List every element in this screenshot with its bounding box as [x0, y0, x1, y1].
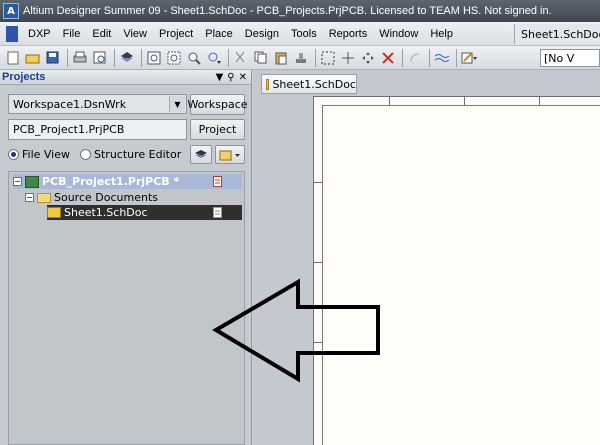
- menu-reports[interactable]: Reports: [323, 28, 374, 40]
- projects-panel: Projects ▼ ⚲ ✕ Workspace1.DsnWrk ▼ Works…: [0, 70, 252, 445]
- save-icon[interactable]: [44, 49, 61, 66]
- zone-marker: [314, 182, 322, 183]
- panel-title: Projects: [2, 71, 46, 83]
- menu-view[interactable]: View: [117, 28, 153, 40]
- folder-icon: [37, 192, 51, 203]
- move-selection-icon[interactable]: [359, 49, 376, 66]
- zoom-selected-icon[interactable]: [185, 49, 202, 66]
- toolbar-separator: [456, 48, 457, 67]
- schematic-sheet[interactable]: [313, 96, 600, 445]
- cut-icon[interactable]: [232, 49, 249, 66]
- zone-marker: [314, 262, 322, 263]
- tree-row-source-documents[interactable]: − Source Documents: [25, 190, 158, 205]
- tree-row-project[interactable]: − PCB_Project1.PrjPCB *: [13, 174, 242, 189]
- copy-icon[interactable]: [252, 49, 269, 66]
- rubber-stamp-icon[interactable]: [292, 49, 309, 66]
- schematic-doc-icon: [47, 207, 61, 218]
- toolbar-separator: [315, 48, 316, 67]
- compile-icon[interactable]: [190, 145, 212, 164]
- source-documents-label: Source Documents: [54, 191, 158, 204]
- title-bar: A Altium Designer Summer 09 - Sheet1.Sch…: [0, 0, 600, 22]
- workspace-button[interactable]: Workspace: [187, 94, 248, 115]
- browse-component-icon[interactable]: [118, 49, 135, 66]
- panel-header: Projects ▼ ⚲ ✕: [0, 70, 251, 85]
- paste-icon[interactable]: [272, 49, 289, 66]
- open-folder-icon[interactable]: [24, 49, 41, 66]
- file-view-radio[interactable]: [8, 149, 19, 160]
- sheet-name: Sheet1.SchDoc: [64, 206, 148, 219]
- document-icon: [213, 207, 222, 218]
- collapse-icon[interactable]: −: [13, 177, 22, 186]
- print-icon[interactable]: [71, 49, 88, 66]
- altium-logo-icon: A: [3, 3, 19, 19]
- menu-design[interactable]: Design: [239, 28, 285, 40]
- pcb-project-icon: [25, 175, 39, 188]
- toolbar-separator: [429, 48, 430, 67]
- edit-dropdown-icon[interactable]: [460, 49, 477, 66]
- project-name: PCB_Project1.PrjPCB *: [42, 175, 180, 188]
- menu-edit[interactable]: Edit: [86, 28, 117, 40]
- move-icon[interactable]: [339, 49, 356, 66]
- window-title: Altium Designer Summer 09 - Sheet1.SchDo…: [23, 5, 552, 17]
- toolbar-separator: [67, 48, 68, 67]
- document-area: Sheet1.SchDoc: [253, 70, 600, 445]
- toolbar-separator: [228, 48, 229, 67]
- project-options-icon[interactable]: [215, 145, 245, 164]
- menu-project[interactable]: Project: [153, 28, 199, 40]
- deselect-icon[interactable]: [379, 49, 396, 66]
- chevron-down-icon[interactable]: ▼: [169, 96, 185, 112]
- new-file-icon[interactable]: [4, 49, 21, 66]
- structure-editor-label: Structure Editor: [94, 148, 182, 161]
- structure-editor-radio[interactable]: [80, 149, 92, 160]
- close-icon[interactable]: ✕: [239, 72, 247, 83]
- toolbar-separator: [402, 48, 403, 67]
- document-path-tab[interactable]: Sheet1.SchDoc: [514, 24, 600, 44]
- panel-menu-icon[interactable]: ▼: [216, 72, 224, 83]
- zone-marker: [389, 97, 390, 105]
- zoom-dropdown-icon[interactable]: [205, 49, 222, 66]
- menu-window[interactable]: Window: [373, 28, 424, 40]
- menu-place[interactable]: Place: [199, 28, 239, 40]
- main-toolbar: [No V: [0, 46, 600, 70]
- zone-marker: [464, 97, 465, 105]
- cross-probe-icon[interactable]: [406, 49, 423, 66]
- workspace-value: Workspace1.DsnWrk: [13, 97, 127, 111]
- collapse-icon[interactable]: −: [25, 193, 34, 202]
- tree-row-sheet[interactable]: Sheet1.SchDoc: [47, 205, 242, 220]
- menu-dxp[interactable]: DXP: [22, 28, 57, 40]
- dxp-logo-icon: [6, 25, 18, 42]
- toolbar-separator: [114, 48, 115, 67]
- document-modified-icon: [213, 176, 222, 187]
- panel-controls: ▼ ⚲ ✕: [216, 72, 251, 83]
- zoom-area-icon[interactable]: [165, 49, 182, 66]
- file-view-label: File View: [22, 148, 71, 161]
- toolbar-separator: [141, 48, 142, 67]
- variant-combo[interactable]: [No V: [540, 49, 600, 67]
- menu-tools[interactable]: Tools: [285, 28, 323, 40]
- workspace-combo[interactable]: Workspace1.DsnWrk ▼: [8, 94, 187, 114]
- wire-icon[interactable]: [433, 49, 450, 66]
- tab-label: Sheet1.SchDoc: [272, 77, 356, 91]
- pin-icon[interactable]: ⚲: [227, 72, 234, 83]
- left-arrow-annotation: [212, 278, 380, 383]
- zone-marker: [539, 97, 540, 105]
- menu-help[interactable]: Help: [424, 28, 459, 40]
- print-preview-icon[interactable]: [91, 49, 108, 66]
- select-area-icon[interactable]: [319, 49, 336, 66]
- project-field[interactable]: PCB_Project1.PrjPCB: [8, 119, 187, 140]
- menu-file[interactable]: File: [57, 28, 87, 40]
- project-button[interactable]: Project: [190, 119, 245, 140]
- view-mode-selector: File View Structure Editor: [8, 148, 181, 161]
- menu-bar: DXP File Edit View Project Place Design …: [0, 22, 600, 46]
- schematic-doc-icon: [266, 78, 270, 90]
- zoom-fit-icon[interactable]: [145, 49, 162, 66]
- tab-sheet1[interactable]: Sheet1.SchDoc: [261, 74, 357, 94]
